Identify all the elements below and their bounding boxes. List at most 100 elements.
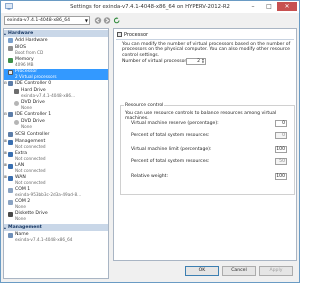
cancel-button[interactable]: Cancel	[222, 266, 256, 276]
expand-toggle-icon[interactable]: ⊞	[4, 163, 7, 167]
toolbar: exinda-v7.4.1-4048-x86_64 ▼	[3, 15, 298, 29]
reserve-label: Virtual machine reserve (percentage):	[131, 121, 219, 126]
resource-control-group: Resource control You can use resource co…	[120, 103, 295, 195]
com-port-icon	[8, 188, 13, 193]
tree-item-detail: 2 Virtual processors	[15, 74, 57, 79]
tree-item-memory[interactable]: Memory 4096 MB	[4, 57, 108, 68]
tree-item-extra-nic[interactable]: ⊞ Extra Not connected	[4, 151, 108, 162]
tree-item-bios[interactable]: BIOS Boot from CD	[4, 45, 108, 56]
expand-toggle-icon[interactable]: ⊞	[4, 139, 7, 143]
collapse-toggle-icon[interactable]: ⊟	[4, 112, 7, 116]
maximize-button[interactable]: □	[261, 2, 277, 11]
collapse-icon: ▴	[4, 31, 6, 36]
reserve-percent-value: 0	[275, 132, 287, 139]
tree-item-detail: Not connected	[15, 168, 46, 173]
chevron-down-icon: ▼	[84, 18, 88, 23]
tree-item-detail: None	[15, 216, 26, 221]
resource-control-description: You can use resource controls to balance…	[125, 111, 277, 121]
memory-icon	[8, 58, 13, 63]
tree-item-detail: Not connected	[15, 156, 46, 161]
limit-percent-label: Percent of total system resources:	[131, 159, 210, 164]
tree-item-detail: Boot from CD	[15, 50, 44, 55]
tree-item-dvd-drive-0[interactable]: DVD Drive None	[4, 100, 108, 111]
tree-item-label: Add Hardware	[15, 38, 48, 43]
tree-item-diskette-drive[interactable]: Diskette Drive None	[4, 211, 108, 222]
title-bar[interactable]: Settings for exinda-v7.4.1-4048-x86_64 o…	[1, 1, 299, 13]
close-button[interactable]: ✕	[277, 2, 297, 11]
tree-item-detail: Not connected	[15, 144, 46, 149]
dvd-drive-icon	[14, 120, 19, 125]
name-icon	[8, 233, 13, 238]
panel-header: Processor	[116, 31, 294, 40]
collapse-icon: ▴	[4, 225, 6, 230]
processor-description: You can modify the number of virtual pro…	[122, 42, 291, 58]
tree-item-add-hardware[interactable]: Add Hardware	[4, 38, 108, 44]
relative-weight-input[interactable]: 100	[275, 173, 287, 180]
tree-item-processor[interactable]: Processor 2 Virtual processors	[4, 69, 108, 80]
tree-item-detail: None	[21, 105, 32, 110]
settings-tree: ▴ Hardware Add Hardware BIOS Boot from C…	[3, 28, 109, 279]
management-group-header[interactable]: ▴ Management	[4, 224, 108, 231]
reserve-input[interactable]: 0	[275, 120, 287, 127]
panel-title: Processor	[124, 32, 149, 38]
tree-item-ide-controller-1[interactable]: ⊟ IDE Controller 1	[4, 112, 108, 118]
ok-button[interactable]: OK	[185, 266, 219, 276]
tree-item-com2[interactable]: COM 2 None	[4, 199, 108, 210]
scsi-controller-icon	[8, 132, 13, 137]
management-header-label: Management	[8, 225, 42, 230]
tree-item-lan-nic[interactable]: ⊞ LAN Not connected	[4, 163, 108, 174]
tree-item-detail: exinda-v7.4.1-4048-x86...	[21, 93, 76, 98]
network-adapter-icon	[8, 176, 13, 181]
limit-label: Virtual machine limit (percentage):	[131, 147, 212, 152]
tree-item-dvd-drive-1[interactable]: DVD Drive None	[4, 119, 108, 130]
collapse-toggle-icon[interactable]: ⊟	[4, 81, 7, 85]
hardware-header-label: Hardware	[8, 31, 34, 36]
tree-item-label: IDE Controller 0	[15, 81, 52, 86]
ide-controller-icon	[8, 81, 13, 86]
minimize-button[interactable]: –	[245, 2, 261, 11]
refresh-icon[interactable]	[113, 17, 121, 24]
tree-item-management-nic[interactable]: ⊞ Management Not connected	[4, 139, 108, 150]
hardware-group-header[interactable]: ▴ Hardware	[4, 30, 108, 37]
diskette-icon	[8, 212, 13, 217]
tree-item-detail: None	[15, 204, 26, 209]
expand-toggle-icon[interactable]: ⊞	[4, 175, 7, 179]
processor-icon	[117, 32, 122, 37]
back-arrow-icon[interactable]	[94, 17, 102, 24]
resource-control-title: Resource control	[124, 103, 165, 108]
processor-settings-panel: Processor You can modify the number of v…	[113, 28, 297, 261]
forward-arrow-icon[interactable]	[103, 17, 111, 24]
header-divider	[116, 39, 294, 40]
spinner-arrows-icon[interactable]: ▲ ▼	[201, 58, 205, 64]
num-processors-value: 2	[197, 59, 200, 64]
tree-item-detail: exinda-v7.4.1-4048-x86_64	[15, 237, 73, 242]
tree-item-scsi-controller[interactable]: SCSI Controller	[4, 132, 108, 138]
tree-item-ide-controller-0[interactable]: ⊟ IDE Controller 0	[4, 81, 108, 87]
network-adapter-icon	[8, 164, 13, 169]
tree-item-wan-nic[interactable]: ⊞ WAN Not connected	[4, 175, 108, 186]
tree-item-detail: None	[21, 124, 32, 129]
vm-selector-value: exinda-v7.4.1-4048-x86_64	[7, 18, 71, 23]
tree-item-com1[interactable]: COM 1 exinda-953bb3c-2d3a-49ad-8...	[4, 187, 108, 198]
expand-toggle-icon[interactable]: ⊞	[4, 151, 7, 155]
tree-item-name[interactable]: Name exinda-v7.4.1-4048-x86_64	[4, 232, 108, 243]
tree-item-detail: Not connected	[15, 180, 46, 185]
apply-button[interactable]: Apply	[259, 266, 293, 276]
network-adapter-icon	[8, 140, 13, 145]
add-hardware-icon	[8, 38, 13, 43]
relative-weight-label: Relative weight:	[131, 174, 169, 179]
dvd-drive-icon	[14, 101, 19, 106]
hard-drive-icon	[14, 89, 19, 94]
num-processors-label: Number of virtual processors:	[122, 59, 191, 64]
vm-selector[interactable]: exinda-v7.4.1-4048-x86_64 ▼	[4, 16, 90, 25]
limit-input[interactable]: 100	[275, 146, 287, 153]
dialog-button-bar: OK Cancel Apply	[113, 264, 297, 278]
tree-item-hard-drive[interactable]: Hard Drive exinda-v7.4.1-4048-x86...	[4, 88, 108, 99]
processor-icon	[8, 70, 13, 75]
reserve-percent-label: Percent of total system resources:	[131, 133, 210, 138]
num-processors-spinner[interactable]: 2 ▲ ▼	[186, 58, 206, 65]
tree-item-detail: 4096 MB	[15, 62, 34, 67]
network-adapter-icon	[8, 152, 13, 157]
tree-item-detail: exinda-953bb3c-2d3a-49ad-8...	[15, 192, 82, 197]
bios-chip-icon	[8, 46, 13, 51]
